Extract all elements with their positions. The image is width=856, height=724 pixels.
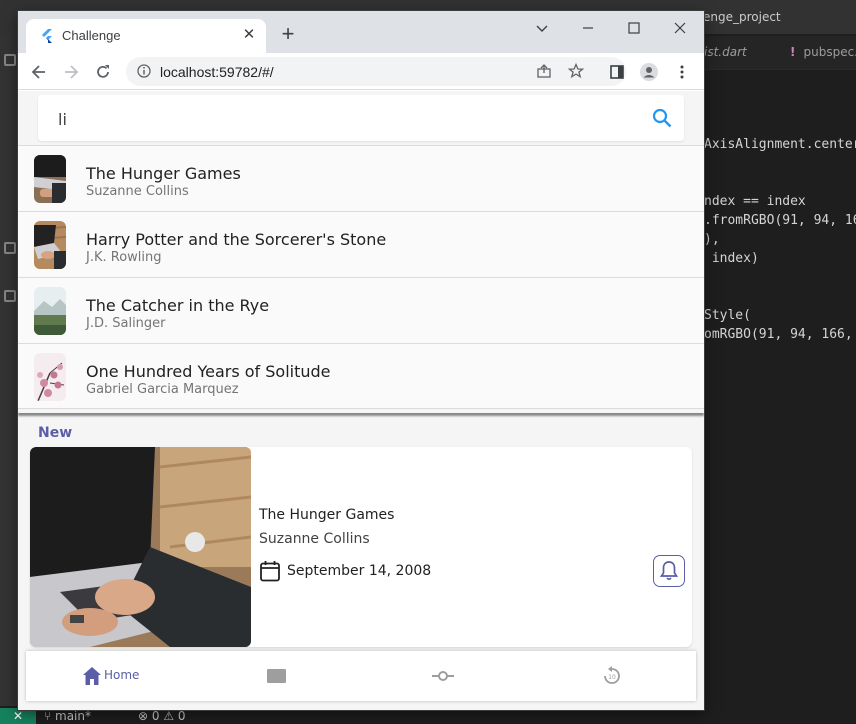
browser-window: Challenge ✕ + localhost:59782/#/ New The… [18,11,704,710]
ide-editor-tabs: ist.dart ! pubspec. [704,36,856,70]
search-result-item[interactable]: The Hunger Games Suzanne Collins [18,145,704,211]
search-result-item[interactable]: The Catcher in the Rye J.D. Salinger [18,277,704,343]
ide-statusbar: ✕ ⑂ main* ⊗ 0 ⚠ 0 [0,708,856,724]
book-thumbnail [34,155,66,203]
nav-home-label: Home [104,668,140,682]
commit-icon [432,671,454,681]
result-title: Harry Potter and the Sorcerer's Stone [86,230,387,249]
minimize-icon[interactable] [566,15,612,43]
app-viewport: New The Hunger Games Suzanne Collins Sep… [18,91,704,710]
book-thumbnail [34,287,66,335]
site-info-icon[interactable] [137,64,151,78]
bookmark-star-icon[interactable] [568,63,584,79]
code-line: index) [704,251,759,266]
search-result-item[interactable]: Harry Potter and the Sorcerer's Stone J.K… [18,211,704,277]
book-thumbnail [34,221,66,269]
result-author: Suzanne Collins [86,184,189,199]
remote-icon[interactable]: ✕ [0,708,36,724]
bell-icon [659,561,679,581]
side-panel-icon[interactable] [604,59,630,85]
code-line: Style( [704,308,751,323]
result-author: Gabriel Garcia Marquez [86,382,239,397]
browser-toolbar: localhost:59782/#/ [18,53,704,90]
code-line: .fromRGBO(91, 94, 16 [704,213,856,228]
search-icon[interactable] [652,108,672,128]
address-bar[interactable]: localhost:59782/#/ [126,57,626,86]
section-title: New [38,425,73,441]
card-book-author: Suzanne Collins [259,531,370,547]
ide-tab-list-dart[interactable]: ist.dart [704,45,747,59]
book-icon [267,669,286,683]
code-line: ), [704,232,728,247]
card-book-title: The Hunger Games [259,507,395,523]
nav-library[interactable] [266,651,290,701]
tab-search-icon[interactable] [520,15,566,43]
problems-indicator[interactable]: ⊗ 0 ⚠ 0 [138,709,186,723]
result-title: The Hunger Games [86,164,241,183]
code-line: AxisAlignment.center [704,137,856,152]
explorer-icon[interactable] [4,54,16,66]
ide-project-title: enge_project [703,10,781,24]
run-icon[interactable] [4,290,16,302]
search-results-list: The Hunger Games Suzanne Collins Harry Pot… [18,145,704,409]
book-card[interactable]: The Hunger Games Suzanne Collins Septemb… [30,447,692,647]
branch-name: main* [55,709,91,723]
code-line: ndex == index [704,194,806,209]
nav-timeline[interactable] [432,651,456,701]
tab-close-icon[interactable]: ✕ [240,26,258,44]
profile-avatar-icon[interactable] [636,59,662,85]
book-thumbnail [34,353,66,401]
branch-indicator[interactable]: ⑂ main* [44,709,91,723]
replay-10-icon: 10 [604,666,620,684]
search-overlay: li The Hunger Games Suzanne Collins Harry … [18,91,704,413]
tab-strip: Challenge ✕ + [18,11,704,53]
notify-button[interactable] [653,555,685,587]
warning-count: 0 [177,709,186,723]
back-icon[interactable] [26,59,52,85]
code-line: omRGBO(91, 94, 166, [704,327,856,342]
forward-icon[interactable] [58,59,84,85]
browser-tab[interactable]: Challenge ✕ [26,19,266,53]
tab-title: Challenge [62,28,121,43]
ide-tab-pubspec-label: pubspec. [803,45,856,59]
extensions-icon[interactable] [4,242,16,254]
bottom-navigation: Home 10 [26,651,696,701]
search-result-item[interactable]: One Hundred Years of Solitude Gabriel Gar… [18,343,704,409]
svg-text:10: 10 [608,674,616,681]
nav-history[interactable]: 10 [602,651,626,701]
ide-activity-bar [0,34,20,706]
url-text: localhost:59782/#/ [160,64,274,80]
result-author: J.K. Rowling [86,250,162,265]
calendar-icon [260,561,280,582]
new-tab-icon[interactable]: + [276,23,300,47]
search-field[interactable]: li [38,95,684,141]
browser-menu-icon[interactable] [669,59,695,85]
reload-icon[interactable] [90,59,116,85]
flutter-icon [42,29,52,43]
error-count: 0 [151,709,160,723]
book-cover-image [30,447,251,647]
result-author: J.D. Salinger [86,316,166,331]
search-input[interactable]: li [58,110,67,129]
home-icon [83,667,101,685]
result-title: The Catcher in the Rye [86,296,270,315]
share-icon[interactable] [536,63,552,79]
card-release-date: September 14, 2008 [287,563,432,579]
result-title: One Hundred Years of Solitude [86,362,331,381]
maximize-icon[interactable] [612,15,658,43]
nav-home[interactable]: Home [82,651,162,701]
close-window-icon[interactable] [658,15,704,43]
ide-tab-pubspec[interactable]: ! pubspec. [790,45,856,59]
